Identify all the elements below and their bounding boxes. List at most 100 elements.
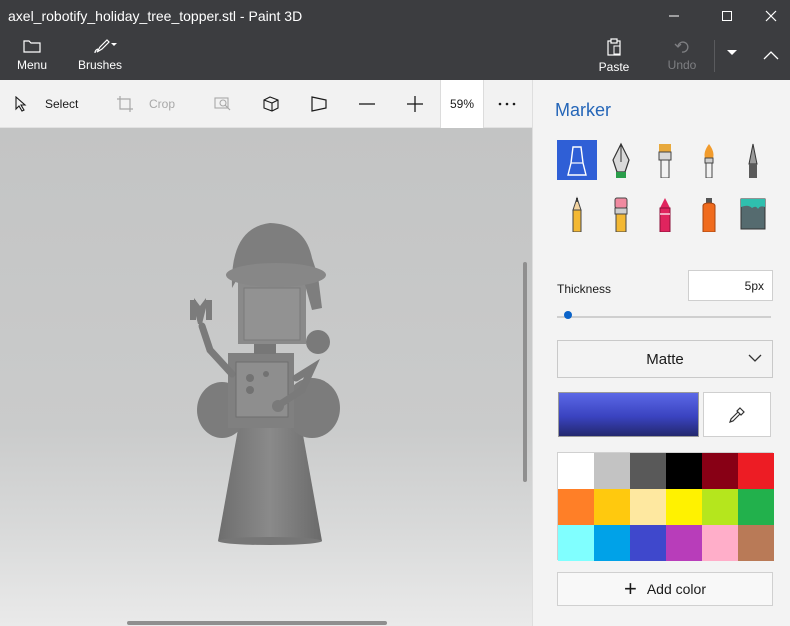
marker-brush-button[interactable]	[557, 140, 597, 180]
color-swatch[interactable]	[666, 453, 702, 489]
horizontal-scrollbar[interactable]	[127, 621, 387, 625]
color-palette	[557, 452, 774, 561]
crayon-brush-button[interactable]	[645, 194, 685, 234]
caret-down-icon	[727, 50, 737, 55]
eraser-brush-button[interactable]	[601, 194, 641, 234]
calligraphy-pen-icon	[612, 142, 630, 178]
robot-tree-topper-model[interactable]	[0, 128, 532, 626]
plus-icon	[407, 96, 423, 112]
pixel-pen-top-brush-button[interactable]	[733, 140, 773, 180]
panel-title: Marker	[555, 100, 612, 120]
chevron-down-icon	[748, 354, 762, 362]
minus-icon	[359, 103, 375, 105]
color-swatch[interactable]	[666, 525, 702, 561]
thickness-label: Thickness	[557, 282, 612, 296]
maximize-icon	[722, 11, 732, 21]
eyedropper-button[interactable]	[703, 392, 771, 437]
close-button[interactable]	[748, 0, 790, 32]
thickness-value: 5px	[744, 278, 764, 293]
marker-icon	[567, 146, 587, 176]
thickness-input[interactable]: 5px	[688, 270, 773, 301]
collapse-ribbon-button[interactable]	[756, 32, 786, 80]
calligraphy-pen-brush-button[interactable]	[601, 140, 641, 180]
folder-icon	[23, 40, 41, 53]
add-color-label: Add color	[646, 581, 706, 597]
vertical-scrollbar[interactable]	[523, 262, 527, 482]
pencil-icon	[572, 196, 582, 232]
window-title: axel_robotify_holiday_tree_topper.stl - …	[8, 8, 303, 24]
brushes-label: Brushes	[77, 58, 123, 72]
watercolor-icon	[704, 144, 714, 178]
chevron-up-icon	[763, 51, 779, 60]
oil-brush-icon	[658, 144, 672, 178]
title-bar: axel_robotify_holiday_tree_topper.stl - …	[0, 0, 790, 32]
paste-icon	[607, 38, 621, 56]
fill-bucket-icon	[740, 198, 766, 230]
oil-brush-button[interactable]	[645, 140, 685, 180]
undo-button[interactable]: Undo	[662, 32, 702, 80]
color-swatch[interactable]	[702, 453, 738, 489]
menu-button[interactable]: Menu	[12, 32, 52, 80]
ribbon-divider	[714, 40, 715, 72]
spray-can-brush-button[interactable]	[689, 194, 729, 234]
menu-label: Menu	[16, 58, 48, 72]
select-cursor-icon	[15, 96, 27, 112]
color-swatch[interactable]	[738, 453, 774, 489]
spray-can-icon	[702, 198, 716, 232]
color-swatch[interactable]	[702, 489, 738, 525]
cube-view-icon	[263, 96, 279, 112]
3d-view-button[interactable]	[262, 80, 280, 128]
color-swatch[interactable]	[594, 453, 630, 489]
minimize-icon	[669, 15, 679, 17]
zoom-level-field[interactable]: 59%	[440, 80, 484, 128]
brush-panel: Marker Thickness 5px Matte + Add color	[532, 80, 790, 626]
paste-label: Paste	[598, 60, 630, 74]
crop-icon	[117, 96, 133, 112]
canvas-area[interactable]	[0, 128, 532, 626]
add-color-button[interactable]: + Add color	[557, 572, 773, 606]
color-swatch[interactable]	[594, 525, 630, 561]
color-swatch[interactable]	[558, 525, 594, 561]
watercolor-brush-button[interactable]	[689, 140, 729, 180]
thickness-slider-track[interactable]	[557, 316, 771, 318]
magic-select-icon	[214, 97, 231, 111]
eraser-icon	[614, 197, 628, 232]
finish-dropdown[interactable]: Matte	[557, 340, 773, 378]
crop-button[interactable]: Crop	[116, 80, 175, 128]
color-swatch[interactable]	[630, 453, 666, 489]
more-options-button[interactable]	[498, 80, 516, 128]
zoom-out-button[interactable]	[358, 80, 376, 128]
fill-bucket-brush-button[interactable]	[733, 194, 773, 234]
color-swatch[interactable]	[558, 489, 594, 525]
plus-icon: +	[623, 576, 637, 601]
current-color-swatch[interactable]	[558, 392, 699, 437]
perspective-icon	[311, 96, 327, 112]
brush-icon	[94, 39, 117, 54]
color-swatch[interactable]	[702, 525, 738, 561]
more-dropdown-button[interactable]	[722, 32, 742, 80]
zoom-in-button[interactable]	[406, 80, 424, 128]
color-swatch[interactable]	[558, 453, 594, 489]
color-swatch[interactable]	[594, 489, 630, 525]
perspective-button[interactable]	[310, 80, 328, 128]
thickness-slider-thumb[interactable]	[563, 311, 572, 319]
crop-label: Crop	[149, 97, 176, 111]
undo-label: Undo	[667, 58, 697, 72]
undo-icon	[674, 41, 689, 53]
maximize-button[interactable]	[704, 0, 750, 32]
pencil-brush-button[interactable]	[557, 194, 597, 234]
crayon-icon	[659, 198, 671, 232]
magic-select-button[interactable]	[214, 80, 232, 128]
eyedropper-icon	[729, 406, 745, 423]
select-button[interactable]: Select	[14, 80, 78, 128]
color-swatch[interactable]	[630, 525, 666, 561]
fine-pen-icon	[748, 143, 758, 178]
paste-button[interactable]: Paste	[594, 32, 634, 80]
color-swatch[interactable]	[630, 489, 666, 525]
close-icon	[765, 10, 777, 22]
color-swatch[interactable]	[738, 525, 774, 561]
color-swatch[interactable]	[666, 489, 702, 525]
brushes-button[interactable]: Brushes	[76, 32, 124, 80]
color-swatch[interactable]	[738, 489, 774, 525]
minimize-button[interactable]	[651, 0, 697, 32]
